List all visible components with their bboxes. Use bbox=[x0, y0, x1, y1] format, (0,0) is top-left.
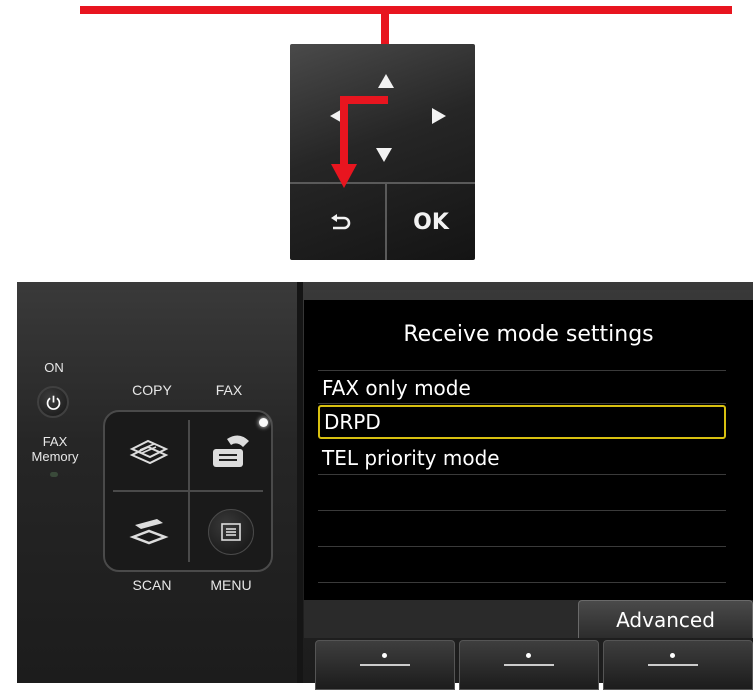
down-arrow-button[interactable] bbox=[376, 148, 392, 162]
function-key-line bbox=[360, 664, 410, 666]
lcd-screen: Receive mode settings FAX only mode DRPD… bbox=[304, 300, 753, 638]
scan-label: SCAN bbox=[132, 577, 172, 593]
fax-button[interactable] bbox=[191, 414, 271, 490]
menu-button[interactable] bbox=[191, 494, 271, 570]
function-key-dot bbox=[382, 653, 387, 658]
right-arrow-button[interactable] bbox=[432, 108, 446, 124]
back-button[interactable] bbox=[290, 184, 385, 260]
menu-button-face bbox=[208, 509, 254, 555]
menu-item-empty bbox=[318, 549, 726, 583]
callout-line bbox=[80, 6, 732, 14]
fax-indicator-lamp bbox=[259, 418, 268, 427]
up-arrow-button[interactable] bbox=[378, 74, 394, 88]
power-icon bbox=[46, 395, 61, 410]
menu-list-icon bbox=[221, 523, 241, 541]
scan-icon bbox=[129, 519, 169, 545]
operation-panel: ON FAX Memory COPY FAX SCAN MENU Receive… bbox=[17, 282, 753, 690]
function-key-line bbox=[648, 664, 698, 666]
grid-divider bbox=[113, 490, 263, 492]
menu-item-empty bbox=[318, 513, 726, 547]
menu-item-empty bbox=[318, 477, 726, 511]
scan-button[interactable] bbox=[109, 494, 189, 570]
fax-icon bbox=[213, 435, 249, 467]
copy-button[interactable] bbox=[109, 414, 189, 490]
copy-icon bbox=[129, 439, 169, 465]
back-arrow-icon bbox=[331, 214, 351, 230]
copy-label: COPY bbox=[132, 382, 172, 398]
fax-memory-lamp bbox=[50, 472, 58, 477]
screen-title: Receive mode settings bbox=[403, 322, 654, 347]
fax-memory-label: FAX Memory bbox=[31, 434, 79, 464]
menu-label: MENU bbox=[210, 577, 252, 593]
callout-arrow-head bbox=[331, 164, 357, 188]
arrow-pad: OK bbox=[290, 44, 475, 260]
function-key-dot bbox=[670, 653, 675, 658]
on-label: ON bbox=[44, 360, 64, 375]
power-button[interactable] bbox=[37, 386, 69, 418]
function-key-dot bbox=[526, 653, 531, 658]
menu-item-fax-only-mode[interactable]: FAX only mode bbox=[318, 370, 726, 404]
fax-label: FAX bbox=[215, 382, 243, 398]
advanced-button[interactable]: Advanced bbox=[578, 600, 753, 638]
callout-arrow bbox=[340, 96, 348, 168]
menu-item-tel-priority-mode[interactable]: TEL priority mode bbox=[318, 441, 726, 475]
panel-seam bbox=[297, 282, 303, 683]
ok-button[interactable]: OK bbox=[387, 184, 475, 260]
function-key-line bbox=[504, 664, 554, 666]
menu-item-drpd[interactable]: DRPD bbox=[318, 405, 726, 439]
mode-buttons bbox=[103, 410, 273, 572]
